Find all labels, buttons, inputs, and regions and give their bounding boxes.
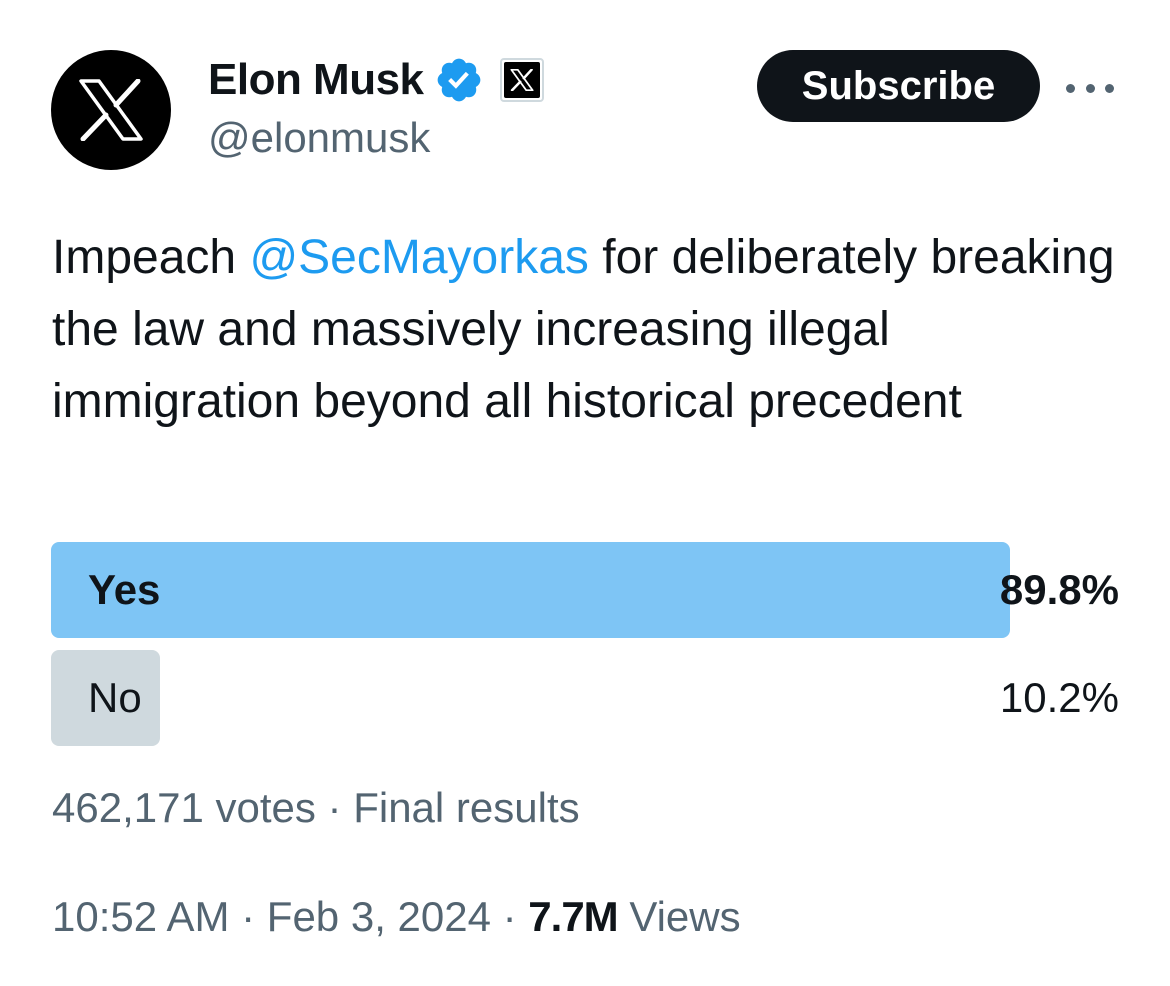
footer-separator: · [490,893,529,940]
poll-option-percent-no: 10.2% [999,674,1119,721]
footer-separator: · [229,893,267,940]
subscribe-button[interactable]: Subscribe [757,50,1040,122]
x-affiliate-badge-icon[interactable] [499,58,544,102]
tweet-text: Impeach @SecMayorkas for deliberately br… [52,222,1132,438]
author-display-name[interactable]: Elon Musk [208,55,424,105]
more-dots-icon[interactable] [1066,76,1114,100]
author-name-row: Elon Musk [208,52,544,108]
poll-option-percent-yes: 89.8% [999,566,1119,613]
mention-link[interactable]: @SecMayorkas [249,231,589,284]
more-dot [1066,83,1075,93]
poll-option-label-no: No [88,674,142,721]
views-count[interactable]: 7.7M [528,893,618,940]
poll-status: Final results [353,784,580,831]
poll-option-label-yes: Yes [88,566,161,613]
tweet-footer: 10:52 AM · Feb 3, 2024 · 7.7M Views [52,893,741,941]
x-logo-small-icon [509,69,534,91]
poll-summary: 462,171 votes · Final results [52,784,580,832]
more-dot [1105,83,1114,93]
poll-votes: 462,171 votes [52,784,316,831]
x-affiliate-badge-inner [503,62,540,98]
poll-separator: · [315,784,354,831]
verified-badge-icon[interactable] [434,55,484,105]
poll-option-no: No 10.2% [51,650,1119,746]
tweet-text-before: Impeach [52,231,250,284]
tweet-time[interactable]: 10:52 AM [52,893,229,940]
author-handle[interactable]: @elonmusk [208,114,430,162]
tweet-date[interactable]: Feb 3, 2024 [267,893,491,940]
avatar[interactable] [51,50,171,170]
poll-bar-yes [51,542,1010,638]
poll-option-yes: Yes 89.8% [51,542,1119,638]
x-logo-icon [79,79,143,141]
views-label: Views [617,893,741,940]
more-dot [1085,83,1095,93]
